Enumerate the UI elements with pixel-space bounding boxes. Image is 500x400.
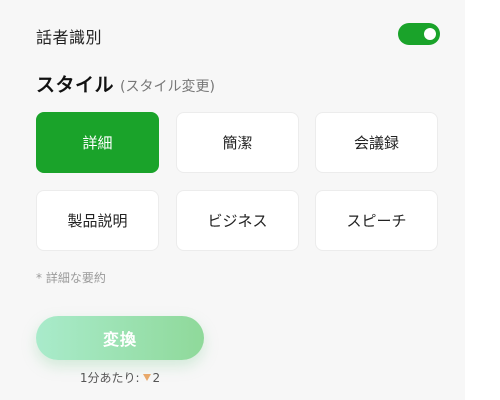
gem-icon (142, 374, 151, 381)
style-heading: スタイル (スタイル変更) (36, 70, 215, 98)
toggle-knob (424, 28, 436, 40)
cost-prefix: 1分あたり: (79, 371, 140, 385)
cost-per-minute: 1分あたり: 2 (36, 369, 204, 386)
style-option-concise[interactable]: 簡潔 (176, 112, 299, 173)
right-edge-strip (465, 0, 500, 400)
speaker-identification-row: 話者識別 (36, 20, 440, 48)
cost-value: 2 (152, 371, 161, 385)
style-options-grid: 詳細 簡潔 会議録 製品説明 ビジネス スピーチ (36, 112, 440, 252)
speaker-identification-label: 話者識別 (36, 28, 103, 47)
convert-button[interactable]: 変換 (36, 316, 204, 360)
style-subtitle: (スタイル変更) (120, 79, 215, 95)
style-option-detail[interactable]: 詳細 (36, 112, 159, 173)
speaker-identification-toggle[interactable] (398, 23, 440, 45)
style-option-product-description[interactable]: 製品説明 (36, 190, 159, 251)
style-option-business[interactable]: ビジネス (176, 190, 299, 251)
style-title: スタイル (36, 74, 115, 96)
style-option-speech[interactable]: スピーチ (315, 190, 438, 251)
settings-panel: 話者識別 スタイル (スタイル変更) 詳細 簡潔 会議録 製品説明 ビジネス ス… (0, 0, 465, 400)
style-note: * 詳細な要約 (36, 271, 106, 285)
style-option-minutes[interactable]: 会議録 (315, 112, 438, 173)
